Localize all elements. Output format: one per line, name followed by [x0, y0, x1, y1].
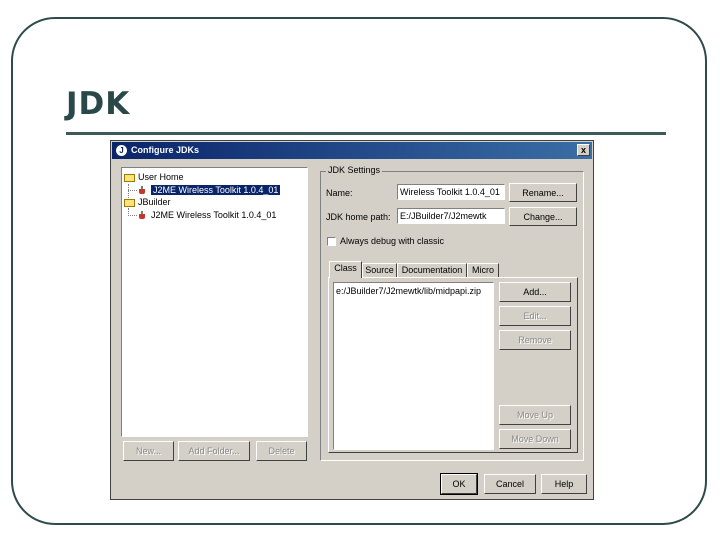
tree-item-label: J2ME Wireless Toolkit 1.0.4_01 — [151, 185, 281, 195]
tree-item-label: User Home — [138, 172, 184, 182]
move-up-button[interactable]: Move Up — [499, 405, 571, 425]
delete-button[interactable]: Delete — [256, 441, 307, 461]
change-button[interactable]: Change... — [509, 207, 577, 226]
folder-icon — [124, 173, 135, 182]
java-cup-icon — [138, 186, 148, 195]
jdk-settings-label: JDK Settings — [326, 165, 383, 175]
rename-button[interactable]: Rename... — [509, 183, 577, 202]
tab-source[interactable]: Source — [362, 263, 397, 278]
tree-item-user-home-jdk[interactable]: J2ME Wireless Toolkit 1.0.4_01 — [138, 184, 281, 196]
title-divider — [66, 132, 666, 135]
configure-jdks-dialog: J Configure JDKs x User Home J2ME Wirele… — [110, 140, 594, 500]
add-button[interactable]: Add... — [499, 282, 571, 302]
classpath-list[interactable]: e:/JBuilder7/J2mewtk/lib/midpapi.zip — [333, 282, 494, 450]
name-label: Name: — [326, 188, 353, 198]
java-cup-icon — [138, 211, 148, 220]
name-field[interactable]: Wireless Toolkit 1.0.4_01 — [397, 184, 505, 200]
tree-item-user-home[interactable]: User Home — [124, 171, 184, 183]
tree-item-jbuilder[interactable]: JBuilder — [124, 196, 171, 208]
remove-button[interactable]: Remove — [499, 330, 571, 350]
tree-item-jbuilder-jdk[interactable]: J2ME Wireless Toolkit 1.0.4_01 — [138, 209, 276, 221]
tab-micro[interactable]: Micro — [467, 263, 499, 278]
edit-button[interactable]: Edit... — [499, 306, 571, 326]
new-button[interactable]: New... — [123, 441, 174, 461]
tree-item-label: JBuilder — [138, 197, 171, 207]
slide-title: JDK — [66, 86, 131, 122]
tree-connector — [128, 215, 137, 216]
add-folder-button[interactable]: Add Folder... — [178, 441, 250, 461]
move-down-button[interactable]: Move Down — [499, 429, 571, 449]
tree-connector — [128, 190, 137, 191]
jdk-tree[interactable]: User Home J2ME Wireless Toolkit 1.0.4_01… — [121, 167, 308, 437]
cancel-button[interactable]: Cancel — [484, 474, 536, 494]
dialog-titlebar[interactable]: J Configure JDKs x — [112, 142, 592, 159]
close-button[interactable]: x — [577, 144, 590, 156]
folder-icon — [124, 198, 135, 207]
ok-button[interactable]: OK — [440, 473, 478, 495]
help-button[interactable]: Help — [541, 474, 587, 494]
dialog-title: Configure JDKs — [131, 145, 200, 155]
classpath-item[interactable]: e:/JBuilder7/J2mewtk/lib/midpapi.zip — [336, 286, 481, 296]
tree-item-label: J2ME Wireless Toolkit 1.0.4_01 — [151, 210, 277, 220]
jdk-home-path-field[interactable]: E:/JBuilder7/J2mewtk — [397, 208, 505, 224]
tab-documentation[interactable]: Documentation — [397, 263, 467, 278]
always-debug-label: Always debug with classic — [340, 236, 445, 246]
jdk-home-path-label: JDK home path: — [326, 212, 391, 222]
always-debug-checkbox[interactable] — [327, 237, 336, 246]
app-icon: J — [116, 145, 127, 156]
tab-class[interactable]: Class — [329, 261, 362, 278]
